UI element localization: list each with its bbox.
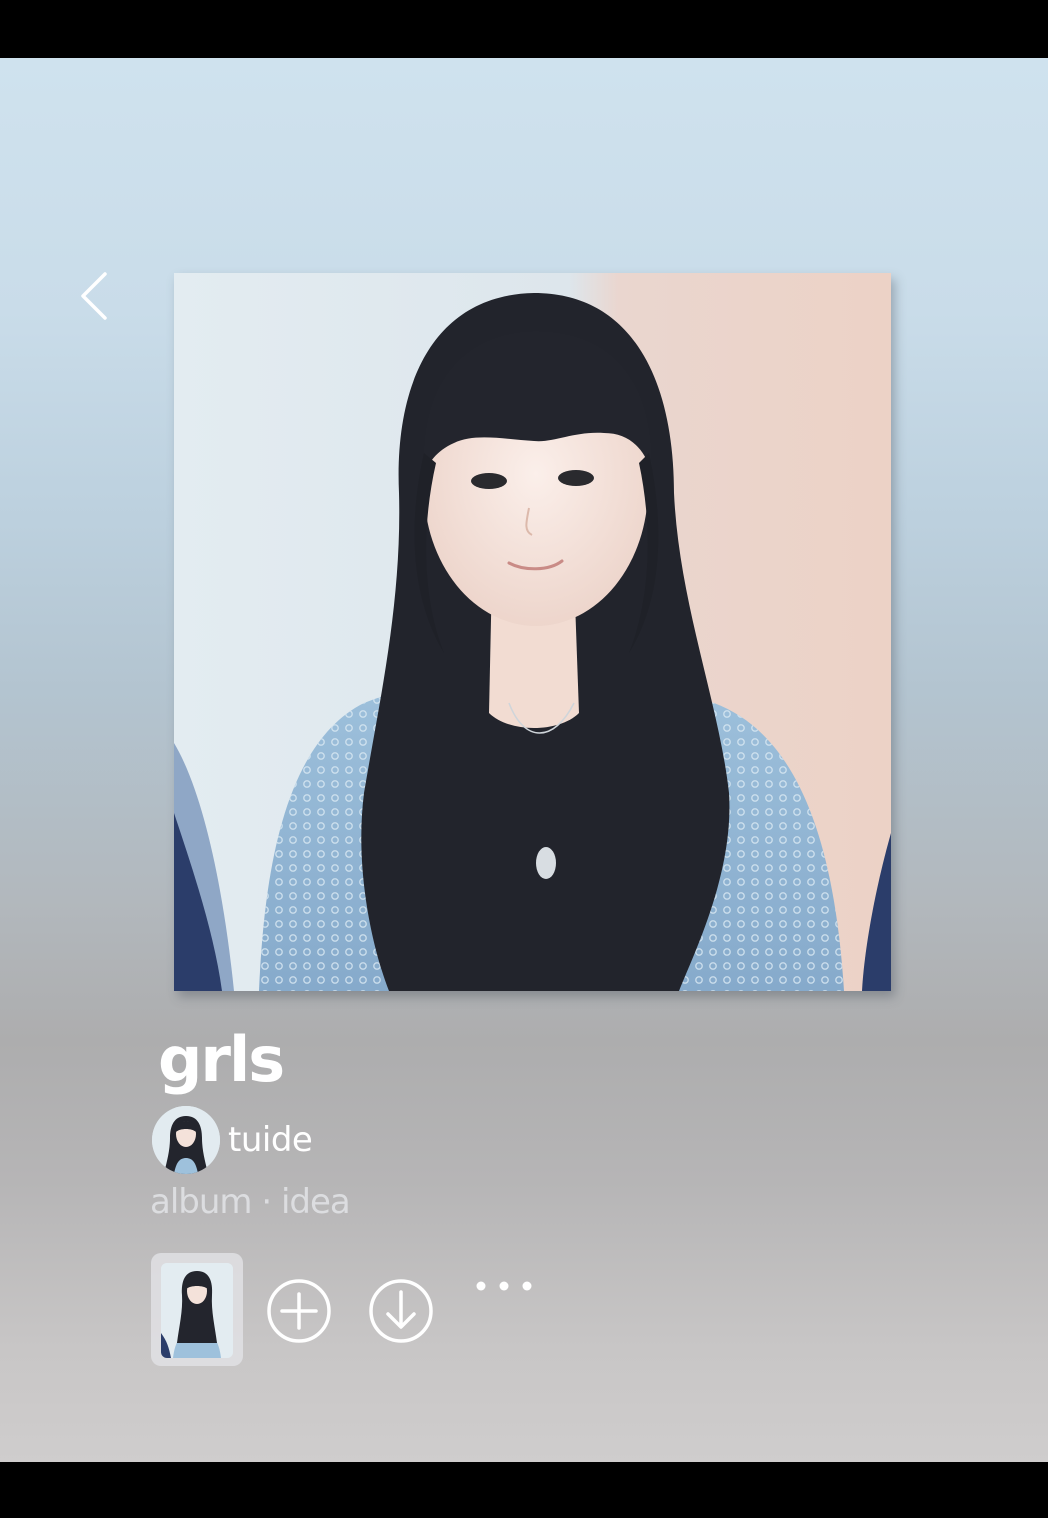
- owner-profile-link[interactable]: tuide: [152, 1106, 313, 1174]
- navigation-bar: [0, 1462, 1048, 1518]
- album-thumbnail-image: [161, 1263, 233, 1358]
- owner-name: tuide: [228, 1120, 313, 1160]
- more-options-button[interactable]: [466, 1272, 538, 1304]
- more-horizontal-icon: [470, 1278, 534, 1298]
- album-cover-image: [174, 273, 891, 991]
- album-thumbnail-button[interactable]: [151, 1253, 243, 1366]
- status-bar: [0, 0, 1048, 58]
- download-button[interactable]: [368, 1278, 434, 1344]
- add-circle-icon: [266, 1279, 332, 1348]
- back-button[interactable]: [72, 272, 116, 324]
- album-title: grls: [158, 1023, 285, 1096]
- album-meta: album · idea: [150, 1182, 351, 1222]
- download-circle-icon: [368, 1279, 434, 1348]
- chevron-left-icon: [79, 271, 109, 325]
- add-button[interactable]: [266, 1278, 332, 1344]
- avatar: [152, 1106, 220, 1174]
